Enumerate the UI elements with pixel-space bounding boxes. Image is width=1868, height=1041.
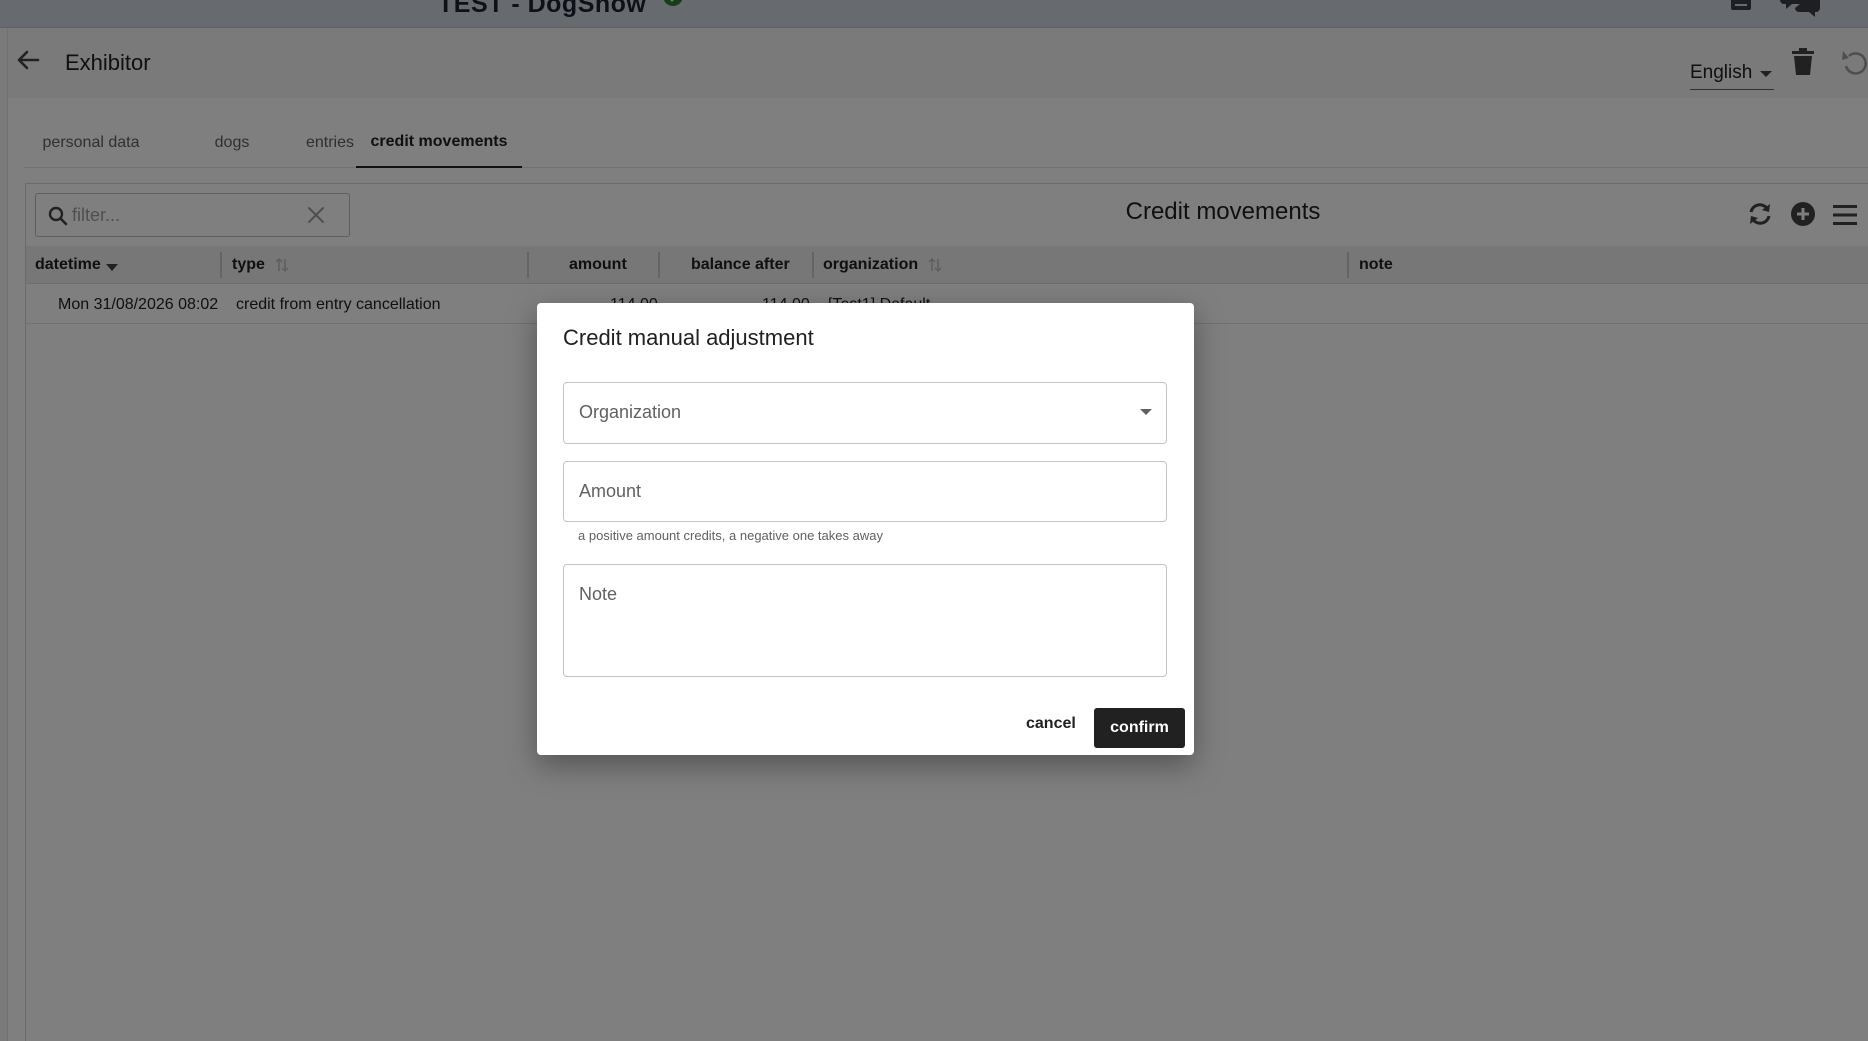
dialog-title: Credit manual adjustment	[563, 325, 814, 350]
caret-down-icon	[1140, 409, 1152, 415]
amount-hint: a positive amount credits, a negative on…	[578, 528, 883, 543]
confirm-button[interactable]: confirm	[1094, 708, 1185, 748]
note-textarea[interactable]: Note	[563, 564, 1167, 677]
amount-field[interactable]: Amount	[563, 461, 1167, 522]
cancel-button[interactable]: cancel	[1018, 708, 1084, 740]
credit-adjustment-dialog: Credit manual adjustment Organization Am…	[537, 303, 1194, 755]
organization-select[interactable]: Organization	[563, 382, 1167, 444]
amount-label: Amount	[579, 481, 642, 501]
note-label: Note	[579, 584, 618, 604]
organization-label: Organization	[579, 402, 682, 422]
